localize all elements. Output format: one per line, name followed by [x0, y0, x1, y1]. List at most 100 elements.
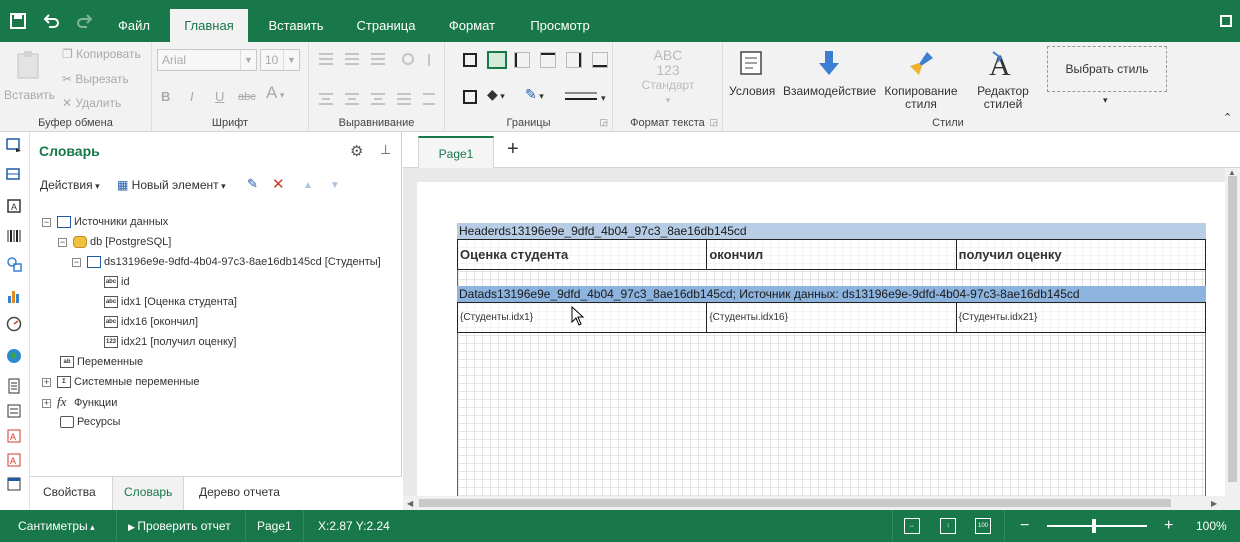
border-outside-icon[interactable]	[487, 51, 507, 69]
new-item-dropdown[interactable]: ▦ Новый элемент ▾	[117, 178, 226, 192]
zoom-out-button[interactable]: −	[1020, 510, 1029, 542]
undo-icon[interactable]	[38, 8, 64, 34]
tree-item-variables[interactable]: ab Переменные	[60, 352, 143, 372]
border-bottom-icon[interactable]	[592, 52, 608, 68]
text-frame-icon[interactable]: A	[6, 452, 22, 468]
actions-dropdown[interactable]: Действия ▾	[40, 178, 100, 192]
gear-icon[interactable]: ⚙	[350, 142, 363, 160]
border-top-icon[interactable]	[540, 52, 556, 68]
scroll-right-icon[interactable]: ▶	[1211, 499, 1217, 508]
tab-insert[interactable]: Вставить	[256, 9, 336, 42]
italic-button[interactable]: I	[190, 90, 194, 103]
chart-tool-icon[interactable]	[6, 288, 22, 304]
tree-item-column[interactable]: abc id	[104, 272, 130, 292]
expand-icon[interactable]: +	[42, 398, 51, 408]
tab-file[interactable]: Файл	[104, 9, 164, 42]
data-cell[interactable]: {Студенты.idx21}	[957, 303, 1205, 332]
rich-text-icon[interactable]: A	[6, 428, 22, 444]
restore-window-icon[interactable]	[1220, 15, 1232, 27]
tab-page[interactable]: Страница	[348, 9, 424, 42]
barcode-icon[interactable]	[6, 228, 22, 244]
copy-style-button[interactable]: Копирование стиля	[883, 50, 959, 111]
zoom-slider[interactable]	[1047, 519, 1147, 533]
tree-item-column[interactable]: abc idx16 [окончил]	[104, 312, 198, 332]
expand-icon[interactable]: +	[42, 377, 51, 387]
choose-style-button[interactable]: Выбрать стиль	[1047, 46, 1167, 92]
tree-item-resources[interactable]: Ресурсы	[60, 412, 120, 432]
underline-button[interactable]: U	[215, 90, 224, 103]
delete-button[interactable]: ✕ Удалить	[62, 97, 121, 110]
zoom-in-button[interactable]: +	[1164, 510, 1173, 542]
header-cell[interactable]: окончил	[707, 240, 957, 269]
gauge-tool-icon[interactable]	[6, 316, 22, 332]
dialog-launcher-icon[interactable]: ◲	[709, 117, 718, 128]
collapse-icon[interactable]: −	[72, 257, 81, 267]
tab-preview[interactable]: Просмотр	[520, 9, 600, 42]
fill-color-button[interactable]: ◆ ▾	[487, 87, 505, 103]
tab-format[interactable]: Формат	[438, 9, 506, 42]
header-cell[interactable]: получил оценку	[957, 240, 1205, 269]
data-cell[interactable]: {Студенты.idx16}	[707, 303, 957, 332]
list-icon[interactable]	[6, 403, 22, 419]
tab-home[interactable]: Главная	[170, 9, 248, 42]
check-report-button[interactable]: ▶ Проверить отчет	[128, 510, 231, 542]
zoom-slider-knob[interactable]	[1092, 519, 1096, 533]
tree-item-data-sources[interactable]: − Источники данных	[42, 212, 168, 232]
copy-button[interactable]: ❐ Копировать	[62, 48, 141, 61]
actual-size-icon[interactable]: 100	[975, 518, 991, 534]
page-icon[interactable]	[6, 378, 22, 394]
paste-button[interactable]: Вставить	[4, 50, 55, 102]
vertical-scrollbar[interactable]: ▲	[1225, 168, 1240, 510]
border-color-button[interactable]: ✎ ▾	[525, 87, 544, 103]
tree-item-functions[interactable]: + fx Функции	[42, 392, 117, 412]
fit-page-icon[interactable]: ↕	[940, 518, 956, 534]
tab-page1[interactable]: Page1	[418, 136, 494, 168]
chevron-down-icon[interactable]: ▾	[1103, 94, 1108, 107]
collapse-icon[interactable]: −	[58, 237, 67, 247]
pin-icon[interactable]: ⊥	[380, 142, 391, 158]
tree-item-column[interactable]: abc idx1 [Оценка студента]	[104, 292, 237, 312]
tree-item-system-variables[interactable]: + Σ Системные переменные	[42, 372, 200, 392]
panel-tool-icon[interactable]	[6, 476, 22, 492]
interaction-button[interactable]: Взаимодействие	[783, 50, 876, 98]
border-right-icon[interactable]	[566, 52, 582, 68]
text-format-button[interactable]: ABC 123 Стандарт ▾	[638, 48, 698, 108]
tree-item-column[interactable]: 123 idx21 [получил оценку]	[104, 332, 237, 352]
border-style-button[interactable]: ▾	[563, 90, 611, 104]
collapse-ribbon-icon[interactable]: ⌃	[1223, 112, 1232, 125]
horizontal-scrollbar[interactable]: ◀ ▶	[403, 496, 1225, 510]
redo-icon[interactable]	[72, 8, 98, 34]
tab-report-tree[interactable]: Дерево отчета	[188, 477, 291, 510]
band-tool-icon[interactable]	[6, 136, 22, 152]
edit-icon[interactable]: ✎	[247, 176, 258, 192]
vertical-scroll-thumb[interactable]	[1228, 176, 1237, 482]
header-band[interactable]: Headerds13196e9e_9dfd_4b04_97c3_8ae16db1…	[457, 223, 1206, 239]
delete-icon[interactable]: ✕	[272, 175, 285, 193]
units-dropdown[interactable]: Сантиметры ▴	[18, 510, 95, 542]
style-editor-button[interactable]: A Редактор стилей	[969, 48, 1037, 111]
report-page[interactable]: Headerds13196e9e_9dfd_4b04_97c3_8ae16db1…	[417, 182, 1225, 510]
font-color-button[interactable]: A ▾	[266, 84, 284, 102]
move-down-icon[interactable]: ▼	[330, 180, 340, 191]
cut-button[interactable]: ✂ Вырезать	[62, 73, 129, 86]
cross-band-icon[interactable]	[6, 166, 22, 182]
data-band[interactable]: Datads13196e9e_9dfd_4b04_97c3_8ae16db145…	[457, 286, 1206, 302]
border-none-icon[interactable]	[463, 90, 477, 104]
map-tool-icon[interactable]	[6, 348, 22, 364]
tree-item-db[interactable]: − db [PostgreSQL]	[58, 232, 171, 252]
bold-button[interactable]: B	[161, 90, 170, 103]
dialog-launcher-icon[interactable]: ◲	[599, 117, 608, 128]
shape-tool-icon[interactable]	[6, 256, 22, 272]
move-up-icon[interactable]: ▲	[303, 180, 313, 191]
tab-dictionary[interactable]: Словарь	[112, 477, 185, 510]
conditions-button[interactable]: Условия	[729, 50, 775, 98]
header-cell[interactable]: Оценка студента	[458, 240, 708, 269]
font-family-select[interactable]: Arial ▼	[157, 49, 257, 71]
font-size-select[interactable]: 10 ▼	[260, 49, 300, 71]
strikethrough-button[interactable]: abc	[238, 91, 256, 104]
collapse-icon[interactable]: −	[42, 217, 51, 227]
text-tool-icon[interactable]: A	[6, 198, 22, 214]
scroll-left-icon[interactable]: ◀	[407, 499, 413, 508]
tab-properties[interactable]: Свойства	[32, 477, 107, 510]
add-page-icon[interactable]: +	[507, 138, 519, 161]
